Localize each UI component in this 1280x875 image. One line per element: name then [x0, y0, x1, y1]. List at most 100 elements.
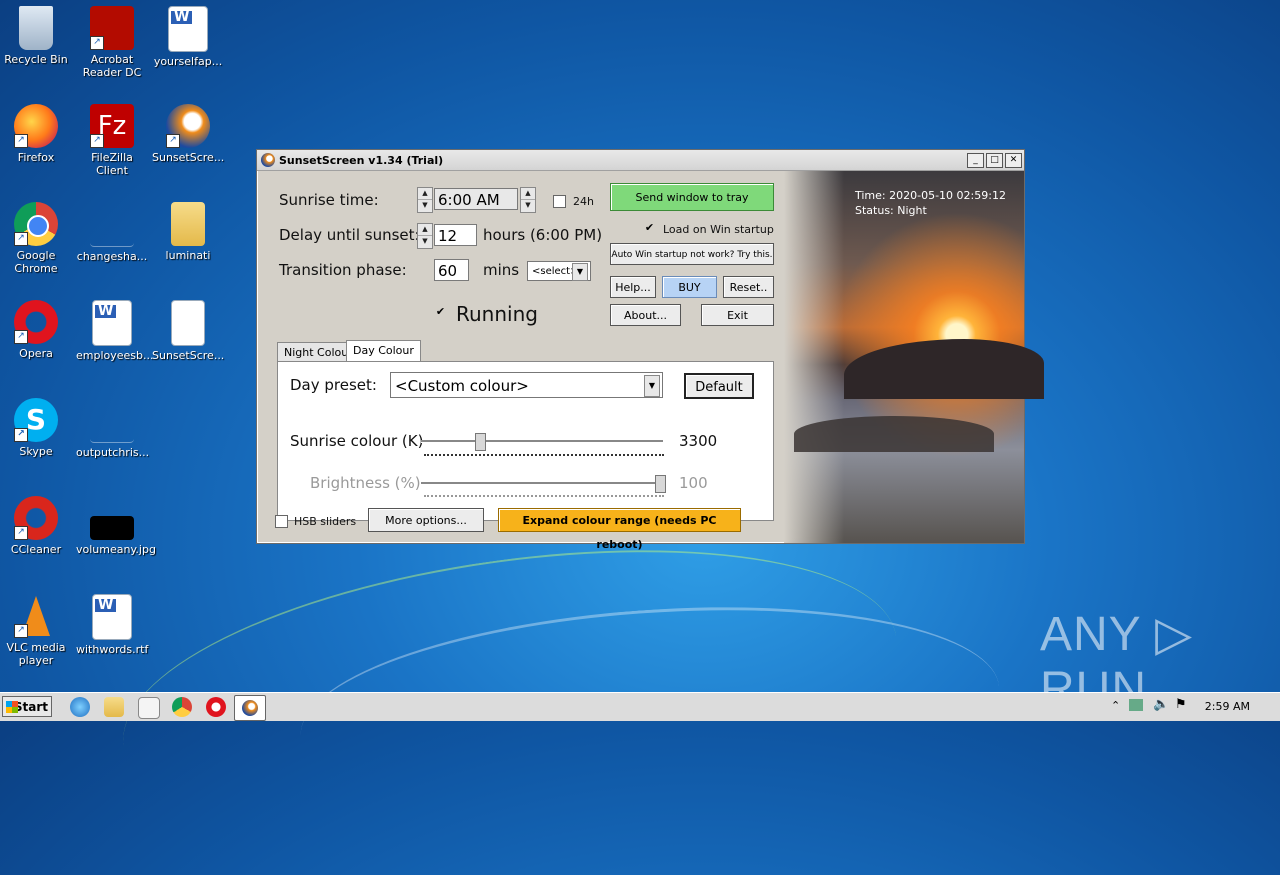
sunsetscreen-icon — [242, 700, 258, 716]
desktop-icon-acrobat[interactable]: ↗ Acrobat Reader DC — [76, 6, 148, 79]
brightness-track[interactable] — [421, 482, 663, 485]
show-hidden-icons-icon[interactable]: ⌃ — [1111, 699, 1120, 712]
spin-down-icon[interactable]: ▼ — [418, 200, 432, 211]
spin-up-icon[interactable]: ▲ — [418, 224, 432, 236]
spin-down-icon[interactable]: ▼ — [418, 236, 432, 247]
desktop-icon-changeshare[interactable]: changesha... — [76, 202, 148, 263]
system-tray: ⌃ 🔈 ⚑ — [1105, 693, 1280, 721]
taskbar-clock[interactable]: 2:59 AM — [1205, 700, 1250, 713]
desktop-icon-opera[interactable]: ↗ Opera — [0, 300, 72, 360]
desktop-icon-sunsetscreen[interactable]: ↗ SunsetScre... — [152, 104, 224, 164]
file-icon — [90, 398, 134, 443]
taskbar: Start ⌃ 🔈 ⚑ 2:59 AM — [0, 692, 1280, 721]
network-icon[interactable] — [1129, 699, 1143, 711]
word-document-icon: W — [92, 594, 132, 640]
transition-preset-select[interactable]: <select> ▼ — [527, 261, 591, 281]
exit-button[interactable]: Exit — [701, 304, 774, 326]
start-button[interactable]: Start — [2, 696, 52, 717]
delay-label: Delay until sunset: — [279, 226, 420, 244]
firefox-icon: ↗ — [14, 104, 58, 148]
delay-hours-field[interactable]: 12 — [434, 224, 477, 246]
explorer-taskbar-icon[interactable] — [104, 697, 124, 717]
reset-button[interactable]: Reset.. — [723, 276, 774, 298]
action-center-flag-icon[interactable]: ⚑ — [1175, 697, 1187, 712]
sunrise-colour-slider-thumb[interactable] — [475, 433, 486, 451]
sunrise-time-field[interactable]: 6:00 AM — [434, 188, 518, 210]
media-player-taskbar-icon[interactable] — [138, 697, 160, 719]
filezilla-icon: Fz ↗ — [90, 104, 134, 148]
word-document-icon: W — [168, 6, 208, 52]
running-checkbox[interactable]: ✔ — [435, 306, 446, 318]
about-button[interactable]: About... — [610, 304, 681, 326]
desktop-icon-filezilla[interactable]: Fz ↗ FileZilla Client — [76, 104, 148, 177]
sunrise-colour-label: Sunrise colour (K) — [290, 432, 424, 450]
auto-startup-button[interactable]: Auto Win startup not work? Try this. — [610, 243, 774, 265]
load-startup-checkbox[interactable]: ✔ — [644, 222, 655, 234]
desktop-icon-document[interactable]: W yourselfap... — [152, 6, 224, 68]
delay-unit-label: hours (6:00 PM) — [483, 226, 603, 244]
transition-unit-label: mins — [483, 261, 520, 279]
sunrise-colour-value: 3300 — [679, 432, 718, 450]
word-document-icon: W — [92, 300, 132, 346]
sunrise-left-spinner[interactable]: ▲ ▼ — [417, 187, 433, 213]
desktop-icon-ccleaner[interactable]: ↗ CCleaner — [0, 496, 72, 556]
load-startup-label: Load on Win startup — [663, 223, 774, 236]
day-colour-panel: Day preset: <Custom colour> ▼ Default Sun… — [277, 361, 774, 521]
chevron-down-icon[interactable]: ▼ — [572, 263, 588, 281]
sunset-photo: Time: 2020-05-10 02:59:12 Status: Night — [784, 171, 1044, 543]
hsb-sliders-checkbox[interactable] — [275, 515, 288, 528]
buy-button[interactable]: BUY — [662, 276, 717, 298]
default-button[interactable]: Default — [684, 373, 754, 399]
close-button[interactable]: ✕ — [1005, 152, 1022, 168]
desktop-icon-output[interactable]: outputchris... — [76, 398, 149, 459]
24h-label: 24h — [573, 195, 594, 208]
folder-icon — [171, 202, 205, 246]
opera-taskbar-icon[interactable] — [206, 697, 226, 717]
delay-spinner[interactable]: ▲ ▼ — [417, 223, 433, 249]
ie-taskbar-icon[interactable] — [70, 697, 90, 717]
desktop-icon-vlc[interactable]: ↗ VLC media player — [0, 594, 72, 667]
running-label: Running — [456, 302, 538, 326]
desktop-icon-withwords[interactable]: W withwords.rtf — [76, 594, 148, 656]
expand-colour-range-button[interactable]: Expand colour range (needs PC reboot) — [498, 508, 741, 551]
shortcut-arrow-icon: ↗ — [14, 428, 28, 442]
desktop-icon-employees[interactable]: W employeesb... — [76, 300, 154, 362]
volume-icon[interactable]: 🔈 — [1153, 697, 1169, 712]
send-to-tray-button[interactable]: Send window to tray — [610, 183, 774, 211]
sunsetscreen-taskbar-button[interactable] — [234, 695, 266, 721]
chrome-taskbar-icon[interactable] — [172, 697, 192, 717]
day-preset-select[interactable]: <Custom colour> ▼ — [390, 372, 663, 398]
more-options-button[interactable]: More options... — [368, 508, 484, 532]
24h-checkbox[interactable] — [553, 195, 566, 208]
help-button[interactable]: Help... — [610, 276, 656, 298]
transition-mins-field[interactable]: 60 — [434, 259, 469, 281]
opera-icon: ↗ — [14, 300, 58, 344]
time-text: Time: 2020-05-10 02:59:12 — [855, 189, 1006, 202]
desktop-icon-sunsetscreen-file[interactable]: SunsetScre... — [152, 300, 224, 362]
spin-down-icon[interactable]: ▼ — [521, 200, 535, 211]
vlc-icon: ↗ — [14, 594, 58, 638]
maximize-button[interactable]: □ — [986, 152, 1003, 168]
spin-up-icon[interactable]: ▲ — [521, 188, 535, 200]
desktop-icon-luminati[interactable]: luminati — [152, 202, 224, 262]
photo-island — [794, 416, 994, 452]
brightness-label: Brightness (%) — [310, 474, 421, 492]
chevron-down-icon[interactable]: ▼ — [644, 375, 660, 397]
sunrise-right-spinner[interactable]: ▲ ▼ — [520, 187, 536, 213]
spin-up-icon[interactable]: ▲ — [418, 188, 432, 200]
desktop-icon-chrome[interactable]: ↗ Google Chrome — [0, 202, 72, 275]
sunrise-colour-track[interactable] — [421, 440, 663, 443]
app-icon — [261, 153, 275, 167]
shortcut-arrow-icon: ↗ — [90, 134, 104, 148]
desktop-icon-firefox[interactable]: ↗ Firefox — [0, 104, 72, 164]
windows-logo-icon — [6, 701, 18, 713]
chrome-icon: ↗ — [14, 202, 58, 246]
minimize-button[interactable]: _ — [967, 152, 984, 168]
desktop-icon-volumeany[interactable]: volumeany.jpg — [76, 496, 156, 556]
window-titlebar[interactable]: SunsetScreen v1.34 (Trial) _ □ ✕ — [257, 150, 1024, 171]
tab-day-colour[interactable]: Day Colour — [346, 340, 421, 362]
desktop-icon-recycle-bin[interactable]: Recycle Bin — [0, 6, 72, 66]
shortcut-arrow-icon: ↗ — [14, 134, 28, 148]
brightness-slider-thumb[interactable] — [655, 475, 666, 493]
desktop-icon-skype[interactable]: S ↗ Skype — [0, 398, 72, 458]
